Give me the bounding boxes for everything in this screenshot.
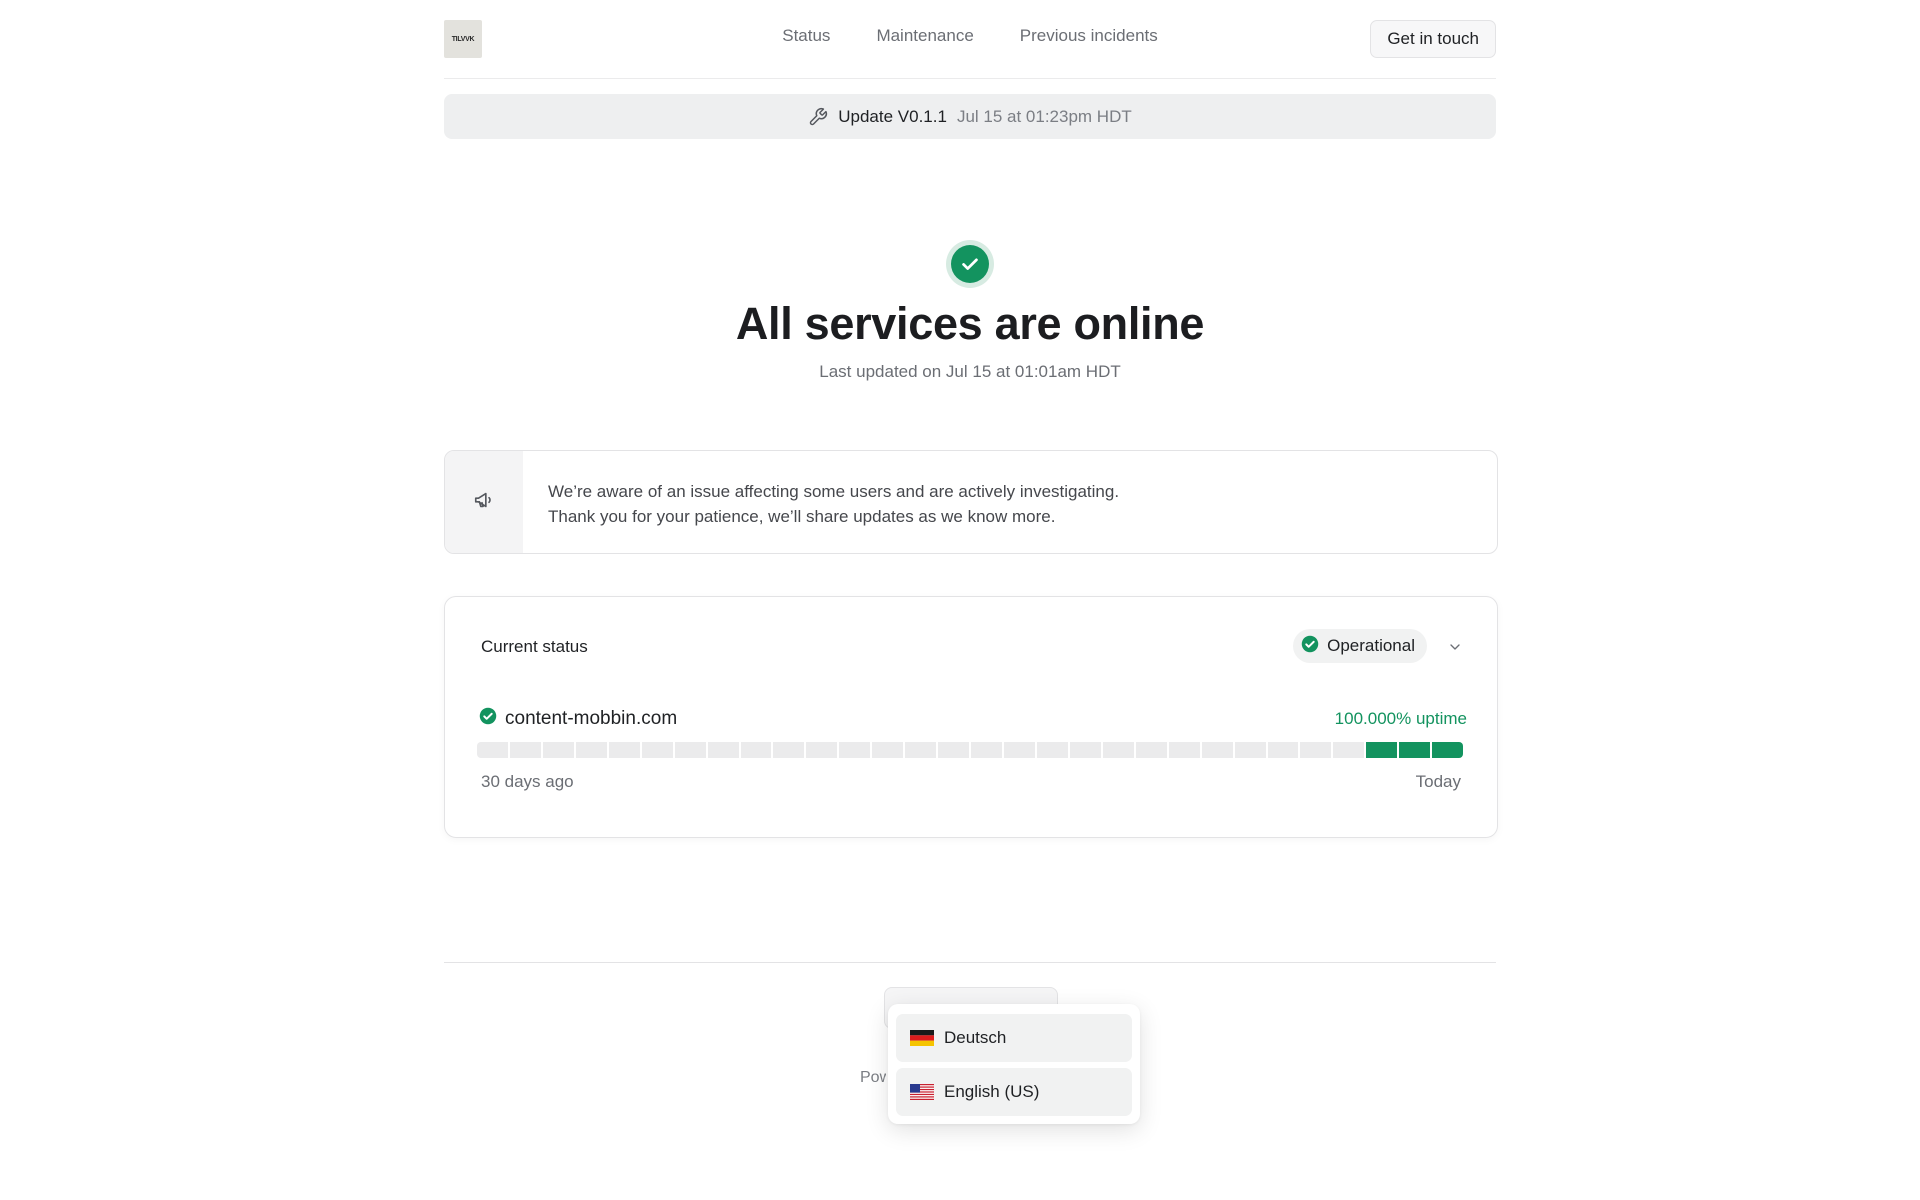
uptime-day-bar[interactable] bbox=[1366, 742, 1398, 758]
check-circle-icon bbox=[1301, 635, 1319, 658]
uptime-day-bar[interactable] bbox=[1069, 742, 1101, 758]
uptime-day-bar[interactable] bbox=[806, 742, 838, 758]
us-flag-icon bbox=[910, 1084, 934, 1100]
uptime-day-bar[interactable] bbox=[839, 742, 871, 758]
nav-maintenance[interactable]: Maintenance bbox=[876, 26, 973, 46]
main-nav: Status Maintenance Previous incidents bbox=[444, 26, 1496, 46]
language-label: Deutsch bbox=[944, 1028, 1007, 1047]
language-label: English (US) bbox=[944, 1082, 1040, 1101]
uptime-day-bar[interactable] bbox=[1234, 742, 1266, 758]
language-menu: Deutsch English (US) bbox=[888, 1004, 1140, 1124]
uptime-day-bar[interactable] bbox=[1399, 742, 1431, 758]
notice-card: We’re aware of an issue affecting some u… bbox=[444, 450, 1498, 554]
operational-status-pill[interactable]: Operational bbox=[1293, 629, 1427, 663]
uptime-day-bar[interactable] bbox=[1036, 742, 1068, 758]
notice-text: We’re aware of an issue affecting some u… bbox=[523, 451, 1119, 553]
page-title: All services are online bbox=[735, 298, 1205, 349]
uptime-day-bar[interactable] bbox=[1004, 742, 1035, 758]
uptime-day-bar[interactable] bbox=[905, 742, 937, 758]
uptime-percentage: 100.000% uptime bbox=[1334, 709, 1467, 728]
megaphone-icon bbox=[473, 489, 495, 516]
uptime-day-bar[interactable] bbox=[773, 742, 805, 758]
uptime-day-bar[interactable] bbox=[641, 742, 673, 758]
uptime-day-bar[interactable] bbox=[1135, 742, 1167, 758]
uptime-day-bar[interactable] bbox=[542, 742, 574, 758]
get-in-touch-button[interactable]: Get in touch bbox=[1370, 20, 1496, 58]
service-name-label: content-mobbin.com bbox=[505, 708, 678, 729]
range-start-label: 30 days ago bbox=[481, 772, 574, 791]
banner-title: Update V0.1.1 bbox=[838, 106, 947, 126]
header: TILVVK Status Maintenance Previous incid… bbox=[444, 0, 1496, 79]
service-row: content-mobbin.com 100.000% uptime bbox=[479, 707, 1467, 731]
banner-time: Jul 15 at 01:23pm HDT bbox=[956, 106, 1132, 126]
chevron-down-icon[interactable] bbox=[1447, 639, 1463, 655]
check-circle-icon bbox=[946, 240, 994, 288]
notice-line-2: Thank you for your patience, we’ll share… bbox=[548, 507, 1056, 526]
notice-line-1: We’re aware of an issue affecting some u… bbox=[548, 482, 1120, 501]
language-option-deutsch[interactable]: Deutsch bbox=[896, 1014, 1132, 1062]
nav-previous-incidents[interactable]: Previous incidents bbox=[1020, 26, 1158, 46]
uptime-day-bar[interactable] bbox=[872, 742, 904, 758]
wrench-icon bbox=[808, 107, 828, 127]
notice-icon-area bbox=[445, 451, 523, 553]
last-updated-text: Last updated on Jul 15 at 01:01am HDT bbox=[819, 362, 1121, 381]
uptime-day-bar[interactable] bbox=[1333, 742, 1365, 758]
uptime-day-bar[interactable] bbox=[1432, 742, 1464, 758]
uptime-day-bar[interactable] bbox=[608, 742, 640, 758]
uptime-day-bar[interactable] bbox=[477, 742, 508, 758]
uptime-day-bar[interactable] bbox=[1201, 742, 1233, 758]
hero: All services are online Last updated on … bbox=[444, 240, 1496, 382]
powered-by-text: Powered by bbox=[860, 1069, 886, 1086]
maintenance-banner[interactable]: Update V0.1.1 Jul 15 at 01:23pm HDT bbox=[444, 94, 1496, 139]
uptime-bars bbox=[477, 742, 1464, 758]
germany-flag-icon bbox=[910, 1030, 934, 1046]
logo-text: TILVVK bbox=[451, 35, 475, 43]
language-option-english-us[interactable]: English (US) bbox=[896, 1068, 1132, 1116]
uptime-day-bar[interactable] bbox=[575, 742, 607, 758]
uptime-day-bar[interactable] bbox=[707, 742, 739, 758]
check-circle-icon bbox=[479, 707, 497, 731]
service-name: content-mobbin.com bbox=[479, 707, 677, 731]
uptime-day-bar[interactable] bbox=[1102, 742, 1134, 758]
uptime-day-bar[interactable] bbox=[1267, 742, 1299, 758]
current-status-card: Current status Operational content-mobbi… bbox=[444, 596, 1498, 838]
company-logo[interactable]: TILVVK bbox=[444, 20, 482, 58]
nav-status[interactable]: Status bbox=[782, 26, 830, 46]
uptime-day-bar[interactable] bbox=[509, 742, 541, 758]
footer-divider bbox=[444, 962, 1496, 963]
uptime-day-bar[interactable] bbox=[1168, 742, 1200, 758]
current-status-title: Current status bbox=[481, 637, 588, 656]
uptime-day-bar[interactable] bbox=[971, 742, 1002, 758]
uptime-day-bar[interactable] bbox=[674, 742, 706, 758]
range-end-label: Today bbox=[1415, 772, 1461, 791]
status-page: TILVVK Status Maintenance Previous incid… bbox=[0, 0, 1920, 1200]
uptime-day-bar[interactable] bbox=[938, 742, 970, 758]
uptime-day-bar[interactable] bbox=[1300, 742, 1332, 758]
status-pill-label: Operational bbox=[1327, 636, 1415, 655]
uptime-day-bar[interactable] bbox=[740, 742, 772, 758]
